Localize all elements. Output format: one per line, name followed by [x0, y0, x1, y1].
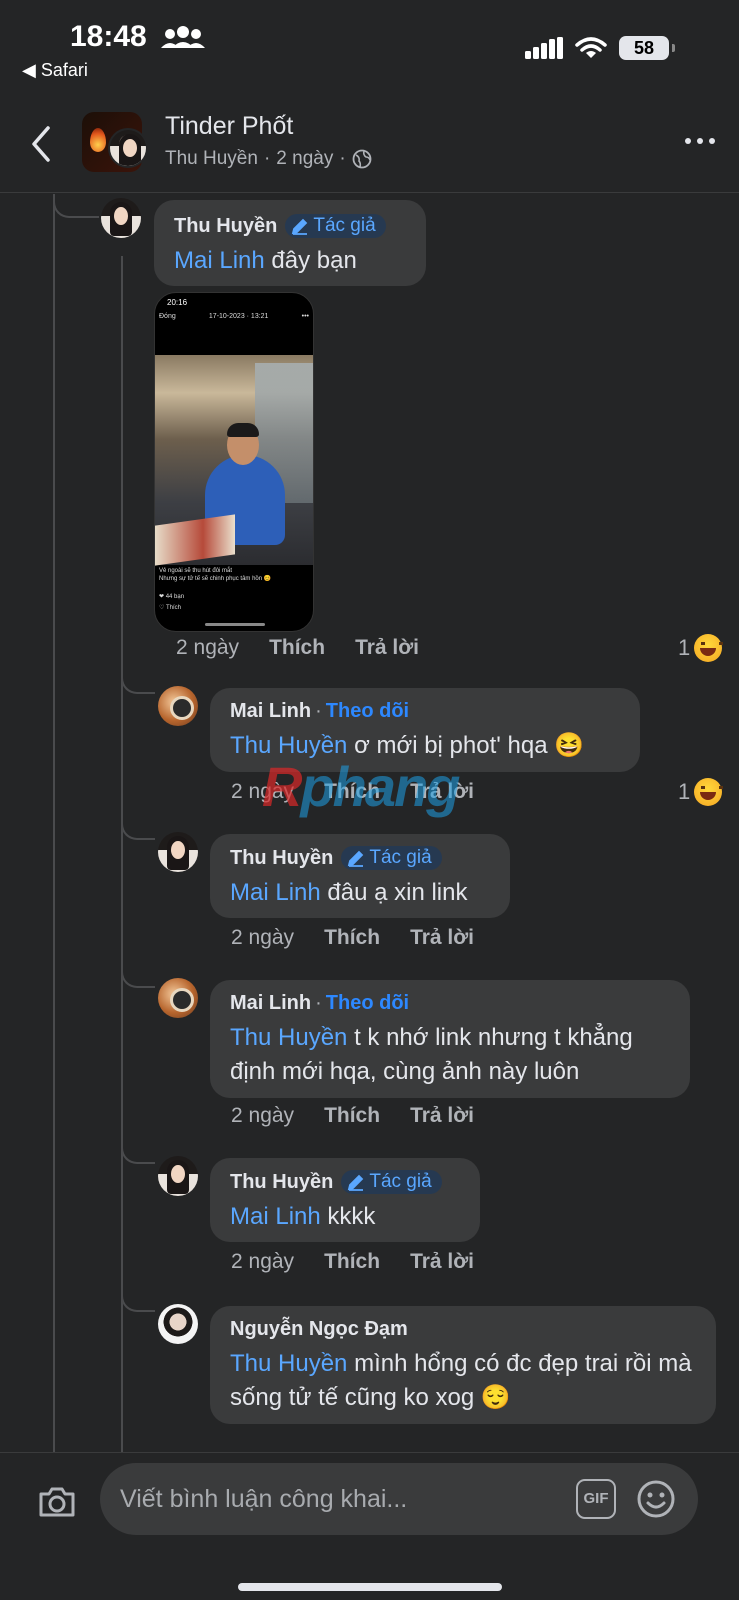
- post-subtitle: Thu Huyền · 2 ngày ·: [165, 148, 372, 170]
- comment-time: 2 ngày: [231, 1104, 295, 1127]
- flame-icon: [90, 128, 106, 152]
- group-title[interactable]: Tinder Phốt: [165, 112, 293, 141]
- like-button[interactable]: Thích: [269, 636, 325, 660]
- more-options-button[interactable]: [685, 138, 715, 144]
- like-button[interactable]: Thích: [324, 780, 380, 804]
- reply-button[interactable]: Trả lời: [355, 636, 419, 660]
- thread-line: [53, 194, 55, 1452]
- commenter-name[interactable]: Nguyễn Ngọc Đạm: [230, 1318, 408, 1341]
- comment-time: 2 ngày: [231, 1250, 295, 1273]
- comment-input[interactable]: Viết bình luận công khai... GIF: [100, 1463, 698, 1535]
- comment-text: Thu Huyền t k nhớ link nhưng t khẳng địn…: [230, 1024, 633, 1085]
- author-badge: Tác giả: [341, 846, 442, 870]
- author-badge: Tác giả: [285, 214, 386, 238]
- reply-button[interactable]: Trả lời: [410, 1104, 474, 1128]
- comment-time: 2 ngày: [176, 636, 240, 659]
- battery-icon: 58: [619, 36, 675, 60]
- author-badge: Tác giả: [341, 1170, 442, 1194]
- like-button[interactable]: Thích: [324, 1104, 380, 1128]
- avatar[interactable]: [101, 198, 141, 238]
- comment-text: Mai Linh đâu ạ xin link: [230, 879, 468, 906]
- commenter-name[interactable]: Mai Linh: [230, 992, 311, 1015]
- globe-icon: [352, 149, 372, 169]
- comment-text: Thu Huyền mình hổng có đc đẹp trai rồi m…: [230, 1350, 692, 1411]
- pencil-icon: [348, 1174, 364, 1191]
- comment-actions: 2 ngày Thích Trả lời: [231, 1104, 474, 1128]
- reaction-count[interactable]: 1: [678, 778, 724, 806]
- follow-button[interactable]: Theo dõi: [326, 700, 409, 723]
- comment-bubble: Mai Linh · Theo dõi Thu Huyền ơ mới bị p…: [210, 688, 640, 772]
- post-time: 2 ngày: [276, 148, 334, 169]
- comment-text: Thu Huyền ơ mới bị phot' hqa 😆: [230, 732, 585, 759]
- mention-link[interactable]: Thu Huyền: [230, 1350, 347, 1377]
- photo-image: [155, 355, 313, 566]
- comment-placeholder: Viết bình luận công khai...: [120, 1485, 408, 1513]
- avatar[interactable]: [158, 1304, 198, 1344]
- follow-button[interactable]: Theo dõi: [326, 992, 409, 1015]
- comment-bubble: Thu Huyền Tác giả Mai Linh kkkk: [210, 1158, 480, 1242]
- attached-photo[interactable]: 20:16 Đóng 17-10-2023 · 13:21 ••• Vẻ ngoài…: [154, 292, 314, 632]
- back-to-safari[interactable]: ◀ Safari: [22, 60, 88, 81]
- reply-button[interactable]: Trả lời: [410, 926, 474, 950]
- commenter-name[interactable]: Thu Huyền: [174, 215, 277, 238]
- people-icon: [161, 26, 205, 48]
- reply-button[interactable]: Trả lời: [410, 780, 474, 804]
- comment-bubble: Mai Linh · Theo dõi Thu Huyền t k nhớ li…: [210, 980, 690, 1098]
- grin-squint-emoji-icon: [694, 778, 724, 806]
- reply-button[interactable]: Trả lời: [410, 1250, 474, 1274]
- post-header: Tinder Phốt Thu Huyền · 2 ngày ·: [0, 98, 739, 193]
- pencil-icon: [292, 218, 308, 235]
- avatar[interactable]: [158, 686, 198, 726]
- comment-text: Mai Linh kkkk: [230, 1203, 376, 1230]
- mention-link[interactable]: Thu Huyền: [230, 732, 347, 759]
- status-time: 18:48: [70, 20, 147, 53]
- status-bar: 18:48 ◀ Safari 58: [0, 0, 739, 95]
- commenter-name[interactable]: Mai Linh: [230, 700, 311, 723]
- avatar[interactable]: [158, 1156, 198, 1196]
- mention-link[interactable]: Thu Huyền: [230, 1024, 347, 1051]
- commenter-name[interactable]: Thu Huyền: [230, 1171, 333, 1194]
- avatar[interactable]: [158, 978, 198, 1018]
- grin-squint-emoji-icon: [694, 634, 724, 662]
- comment-bubble: Nguyễn Ngọc Đạm Thu Huyền mình hổng có đ…: [210, 1306, 716, 1424]
- emoji-smile-icon[interactable]: [636, 1479, 676, 1519]
- like-button[interactable]: Thích: [324, 926, 380, 950]
- comment-time: 2 ngày: [231, 780, 295, 803]
- home-indicator: [238, 1583, 502, 1591]
- comment-actions: 2 ngày Thích Trả lời: [176, 636, 419, 660]
- comment-thread: Thu Huyền Tác giả Mai Linh đây bạn 20:16…: [0, 194, 739, 1452]
- post-author[interactable]: Thu Huyền: [165, 148, 258, 170]
- comment-actions: 2 ngày Thích Trả lời: [231, 926, 474, 950]
- comment-text: Mai Linh đây bạn: [174, 247, 357, 274]
- pencil-icon: [348, 850, 364, 867]
- avatar[interactable]: [158, 832, 198, 872]
- reaction-count[interactable]: 1: [678, 634, 724, 662]
- comment-composer: Viết bình luận công khai... GIF: [0, 1452, 739, 1600]
- author-avatar[interactable]: [108, 128, 148, 168]
- thread-line-replies: [121, 256, 123, 1452]
- comment-bubble: Thu Huyền Tác giả Mai Linh đây bạn: [154, 200, 426, 286]
- like-button[interactable]: Thích: [324, 1250, 380, 1274]
- cellular-signal-icon: [525, 37, 563, 59]
- camera-icon[interactable]: [36, 1481, 78, 1523]
- mention-link[interactable]: Mai Linh: [174, 247, 265, 274]
- gif-button[interactable]: GIF: [576, 1479, 616, 1519]
- comment-actions: 2 ngày Thích Trả lời: [231, 780, 474, 804]
- comment-bubble: Thu Huyền Tác giả Mai Linh đâu ạ xin lin…: [210, 834, 510, 918]
- wifi-icon: [575, 37, 607, 58]
- back-arrow-icon[interactable]: [26, 124, 56, 164]
- mention-link[interactable]: Mai Linh: [230, 1203, 321, 1230]
- mention-link[interactable]: Mai Linh: [230, 879, 321, 906]
- comment-time: 2 ngày: [231, 926, 295, 949]
- commenter-name[interactable]: Thu Huyền: [230, 847, 333, 870]
- comment-actions: 2 ngày Thích Trả lời: [231, 1250, 474, 1274]
